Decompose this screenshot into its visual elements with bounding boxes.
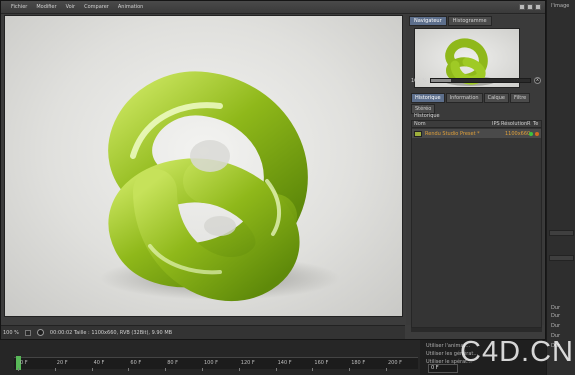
status-info: 00:00:02 Taille : 1100x660, RVB (32Bit),… bbox=[49, 329, 173, 336]
timeline-tick-label: 80 F bbox=[167, 360, 179, 366]
timeline: 0 F 20 F 40 F 60 F 80 F 100 F 120 F 140 F 160 F 1… bbox=[0, 340, 420, 375]
menu-modifier[interactable]: Modifier bbox=[36, 4, 56, 10]
status-orange-icon bbox=[535, 131, 539, 136]
timeline-tick-mark bbox=[238, 368, 240, 371]
history-row-resolution: 1100x660 bbox=[505, 130, 531, 137]
zoom-reset-icon[interactable]: x bbox=[534, 77, 541, 84]
menu-fichier[interactable]: Fichier bbox=[11, 4, 27, 10]
tab-historique[interactable]: Historique bbox=[411, 93, 445, 103]
menu-bar: Fichier Modifier Voir Comparer Animation bbox=[1, 1, 545, 14]
menu-comparer[interactable]: Comparer bbox=[84, 4, 109, 10]
timeline-tick-mark bbox=[165, 368, 167, 371]
timeline-tick-mark bbox=[128, 368, 130, 371]
history-tabs: Historique Information Calque Filtre Sté… bbox=[411, 93, 541, 114]
picture-viewer-window: Fichier Modifier Voir Comparer Animation bbox=[0, 0, 546, 340]
history-section-title: Historique bbox=[414, 113, 440, 119]
timeline-tick-label: 20 F bbox=[56, 360, 68, 366]
zoom-slider[interactable] bbox=[430, 78, 531, 83]
frame-input[interactable]: 0 F bbox=[428, 364, 458, 373]
timeline-tick-label: 40 F bbox=[93, 360, 105, 366]
timeline-tick-mark bbox=[386, 368, 387, 371]
timeline-tick-label: 60 F bbox=[130, 360, 142, 366]
zoom-slider-fill bbox=[431, 79, 451, 82]
background-app-title: l'image bbox=[551, 3, 570, 9]
background-app-control[interactable] bbox=[549, 230, 574, 236]
column-te[interactable]: Te bbox=[533, 121, 539, 127]
history-row[interactable]: Rendu Studio Preset * 1100x660 bbox=[412, 129, 541, 138]
side-panel-scrollbar[interactable] bbox=[411, 328, 542, 332]
render-thumbnail-icon bbox=[414, 130, 422, 137]
timeline-tick-mark bbox=[202, 368, 203, 371]
tab-histogramme[interactable]: Histogramme bbox=[447, 16, 492, 26]
navigator-tabs: Navigateur Histogramme bbox=[409, 16, 492, 26]
tab-navigateur[interactable]: Navigateur bbox=[409, 16, 447, 26]
timeline-tick-mark bbox=[18, 368, 19, 371]
menu-animation[interactable]: Animation bbox=[118, 4, 144, 10]
window-controls bbox=[519, 4, 541, 10]
timeline-tick-label: 100 F bbox=[204, 360, 219, 366]
background-app-control[interactable] bbox=[549, 255, 574, 261]
history-table-header: Nom IPS Résolution R Te bbox=[412, 121, 541, 128]
timeline-tick-label: 140 F bbox=[277, 360, 292, 366]
background-app-label: Dur bbox=[551, 323, 561, 329]
tab-calque[interactable]: Calque bbox=[483, 93, 509, 103]
timeline-tick-mark bbox=[275, 368, 277, 371]
history-table: Nom IPS Résolution R Te Rendu Studio Pre… bbox=[411, 120, 542, 328]
timeline-tick-mark bbox=[312, 368, 314, 371]
timeline-tick-label: 200 F bbox=[388, 360, 403, 366]
column-resolution[interactable]: Résolution bbox=[501, 121, 527, 127]
timeline-tick-label: 0 F bbox=[20, 360, 28, 366]
status-zoom[interactable]: 100 % bbox=[3, 330, 19, 336]
tab-filtre[interactable]: Filtre bbox=[509, 93, 531, 103]
zoom-dropdown-icon[interactable] bbox=[24, 329, 31, 336]
side-panel: Navigateur Histogramme 100 % x Historiqu… bbox=[406, 15, 544, 332]
background-app-panel: l'image Dur Dur Dur Dur Dur bbox=[546, 0, 575, 375]
timeline-tick-label: 180 F bbox=[351, 360, 366, 366]
background-app-label: Dur bbox=[551, 305, 561, 311]
timeline-tick-mark bbox=[54, 368, 56, 371]
status-green-icon bbox=[529, 131, 533, 136]
status-bar: 100 % 00:00:02 Taille : 1100x660, RVB (3… bbox=[1, 325, 405, 339]
minimize-icon[interactable] bbox=[519, 4, 525, 10]
timeline-tick-label: 160 F bbox=[314, 360, 329, 366]
history-row-name: Rendu Studio Preset * bbox=[425, 130, 480, 137]
timeline-tick-mark bbox=[91, 368, 93, 371]
trefoil-knot-render bbox=[100, 71, 340, 301]
navigator-zoom: 100 % x bbox=[411, 76, 541, 85]
timeline-tick-label: 120 F bbox=[240, 360, 255, 366]
close-icon[interactable] bbox=[535, 4, 541, 10]
zoom-value: 100 % bbox=[411, 77, 427, 84]
column-ips[interactable]: IPS bbox=[492, 121, 501, 127]
timeline-tick-mark bbox=[349, 368, 351, 371]
render-image bbox=[4, 15, 403, 317]
watermark-logo: C4D.CN bbox=[460, 336, 574, 368]
play-icon[interactable] bbox=[36, 329, 44, 336]
column-nom[interactable]: Nom bbox=[414, 121, 492, 127]
background-app-label: Dur bbox=[551, 313, 561, 319]
menu-voir[interactable]: Voir bbox=[66, 4, 76, 10]
tab-information[interactable]: Information bbox=[445, 93, 483, 103]
maximize-icon[interactable] bbox=[527, 4, 533, 10]
